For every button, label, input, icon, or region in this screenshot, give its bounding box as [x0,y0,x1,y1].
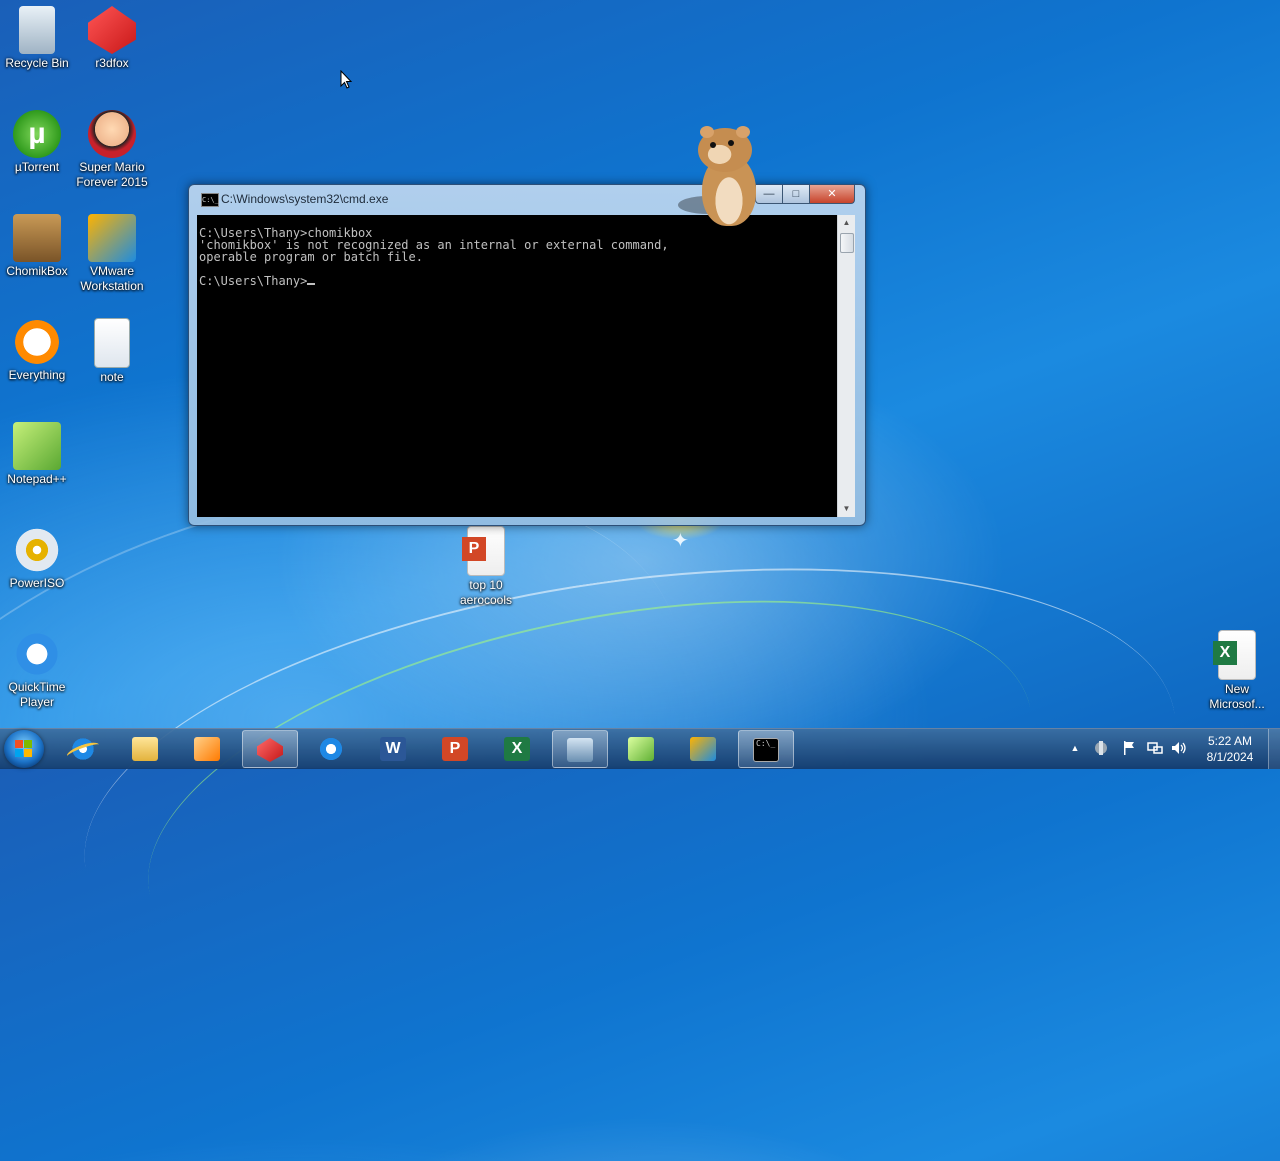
sparkle-icon: ✦ [672,530,689,552]
cmd-window[interactable]: C:\_ C:\Windows\system32\cmd.exe — □ ✕ C… [188,184,866,526]
desktop-icon-r3dfox[interactable]: r3dfox [75,6,149,71]
chomikbox-icon [13,214,61,262]
excel-file-icon [1213,630,1256,680]
super-mario-icon [88,110,136,158]
remote-desktop-icon [567,738,593,762]
taskbar-item-r3dfox[interactable] [242,730,298,768]
text-file-icon [94,318,130,368]
taskbar-item-internet-explorer[interactable] [56,730,112,768]
desktop-icon-label: Super Mario Forever 2015 [76,160,148,189]
taskbar-item-windows-explorer[interactable] [118,730,174,768]
show-desktop-button[interactable] [1268,729,1280,769]
vmware-icon [88,214,136,262]
desktop-icon-label: note [100,370,124,384]
scrollbar-thumb[interactable] [840,233,854,253]
powerpoint-file-icon [462,526,505,576]
scroll-down-arrow-icon[interactable]: ▼ [838,501,855,517]
desktop-icon-note[interactable]: note [75,318,149,385]
desktop-icon-label: QuickTime Player [8,680,66,709]
hamster-eye [728,140,734,146]
cmd-icon: C:\_ [201,193,219,207]
maximize-button[interactable]: □ [782,185,810,204]
desktop-icon-top10-aerocools[interactable]: top 10 aerocools [449,526,523,608]
desktop-icon-label: VMware Workstation [80,264,144,293]
desktop-icon-label: New Microsof... [1209,682,1265,711]
vertical-scrollbar[interactable]: ▲ ▼ [837,215,855,517]
notepad-plus-plus-icon [13,422,61,470]
console-output[interactable]: C:\Users\Thany>chomikbox'chomikbox' is n… [197,215,837,517]
system-clock[interactable]: 5:22 AM 8/1/2024 [1198,733,1262,765]
utorrent-icon: µ [13,110,61,158]
desktop-icon-notepad-plus-plus[interactable]: Notepad++ [0,422,74,487]
quicktime-icon [318,737,344,761]
desktop-icon-label: Everything [8,368,66,382]
desktop-icon-quicktime[interactable]: QuickTime Player [0,630,74,710]
desktop-icon-label: r3dfox [95,56,129,70]
desktop-icon-everything[interactable]: Everything [0,318,74,383]
taskbar: W P X C:\_ ▲ 5:22 AM 8/1/2024 [0,728,1280,769]
clock-date: 8/1/2024 [1206,750,1254,764]
console-line: operable program or batch file. [199,250,423,264]
desktop-icon-super-mario[interactable]: Super Mario Forever 2015 [75,110,149,190]
taskbar-item-command-prompt[interactable]: C:\_ [738,730,794,768]
powerpoint-icon: P [442,737,468,761]
desktop-icon-label: Notepad++ [7,472,67,486]
notepad-plus-plus-icon [628,737,654,761]
taskbar-item-word[interactable]: W [366,730,422,768]
desktop-icon-recycle-bin[interactable]: Recycle Bin [0,6,74,71]
desktop-icon-utorrent[interactable]: µ µTorrent [0,110,74,175]
hamster-ear [700,126,714,138]
desktop-icon-poweriso[interactable]: PowerISO [0,526,74,591]
hamster-pet-icon[interactable] [678,124,764,228]
internet-explorer-icon [70,737,96,761]
close-button[interactable]: ✕ [809,185,855,204]
hamster-eye [710,142,716,148]
taskbar-item-powerpoint[interactable]: P [428,730,484,768]
action-center-flag-icon[interactable] [1120,739,1138,757]
taskbar-item-remote-desktop[interactable] [552,730,608,768]
windows-logo-icon [15,740,33,758]
taskbar-item-media-player[interactable] [180,730,236,768]
r3dfox-icon [257,738,283,762]
folder-icon [132,737,158,761]
network-icon[interactable] [1146,739,1164,757]
taskbar-item-notepad-plus-plus[interactable] [614,730,670,768]
tray-app-icon[interactable] [1092,739,1110,757]
desktop-icon-chomikbox[interactable]: ChomikBox [0,214,74,279]
show-hidden-icons-button[interactable]: ▲ [1066,739,1084,757]
everything-icon [13,318,61,366]
desktop-icon-label: µTorrent [14,160,60,174]
desktop-icon-label: ChomikBox [6,264,68,278]
hamster-ear [736,126,750,138]
console-prompt-line: C:\Users\Thany> [199,275,835,287]
desktop-icon-new-excel[interactable]: New Microsof... [1200,630,1274,712]
quicktime-icon [13,630,61,678]
excel-icon: X [504,737,530,761]
poweriso-icon [13,526,61,574]
window-title: C:\Windows\system32\cmd.exe [221,192,389,206]
taskbar-item-vmware[interactable] [676,730,732,768]
recycle-bin-icon [19,6,55,54]
media-player-icon [194,737,220,761]
desktop-icon-label: Recycle Bin [5,56,69,70]
desktop-icon-label: PowerISO [9,576,65,590]
console-prompt: C:\Users\Thany> [199,274,308,288]
desktop-icon-label: top 10 aerocools [459,578,513,607]
clock-time: 5:22 AM [1207,734,1253,748]
text-cursor [307,283,316,285]
taskbar-item-quicktime[interactable] [304,730,360,768]
vmware-icon [690,737,716,761]
start-button[interactable] [4,730,44,768]
volume-icon[interactable] [1170,739,1188,757]
desktop-icon-vmware[interactable]: VMware Workstation [75,214,149,294]
taskbar-item-excel[interactable]: X [490,730,546,768]
r3dfox-icon [88,6,136,54]
cmd-icon: C:\_ [753,738,779,762]
scroll-up-arrow-icon[interactable]: ▲ [838,215,855,231]
word-icon: W [380,737,406,761]
